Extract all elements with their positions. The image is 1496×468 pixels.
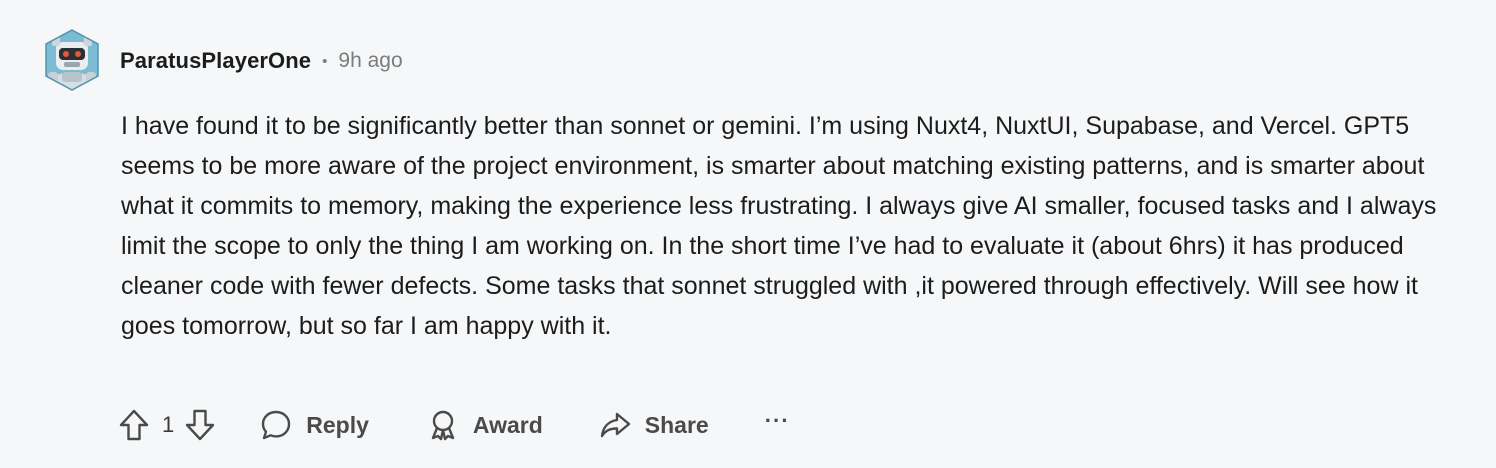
comment-body: I have found it to be significantly bett… — [121, 112, 1437, 340]
comment-action-bar: 1 Reply Award Share ··· — [118, 404, 790, 446]
robot-avatar-icon — [45, 29, 99, 91]
upvote-button[interactable] — [118, 408, 150, 442]
arrow-up-icon — [119, 409, 149, 441]
share-button[interactable]: Share — [599, 409, 709, 441]
arrow-down-icon — [186, 409, 215, 441]
speech-bubble-icon — [262, 410, 291, 440]
award-button[interactable]: Award — [427, 409, 543, 441]
share-arrow-icon — [600, 412, 630, 438]
avatar[interactable] — [42, 28, 102, 92]
meta-separator: • — [322, 52, 328, 70]
more-options-button[interactable]: ··· — [765, 408, 790, 434]
award-ribbon-icon — [431, 410, 455, 441]
author-username[interactable]: ParatusPlayerOne — [120, 48, 311, 74]
award-label: Award — [472, 411, 543, 438]
vote-count: 1 — [162, 412, 175, 437]
share-label: Share — [644, 411, 709, 438]
reply-label: Reply — [306, 411, 369, 438]
reply-button[interactable]: Reply — [260, 409, 369, 441]
downvote-button[interactable] — [184, 408, 216, 442]
comment-timestamp[interactable]: 9h ago — [338, 49, 402, 73]
comment-header: ParatusPlayerOne • 9h ago — [120, 46, 403, 76]
